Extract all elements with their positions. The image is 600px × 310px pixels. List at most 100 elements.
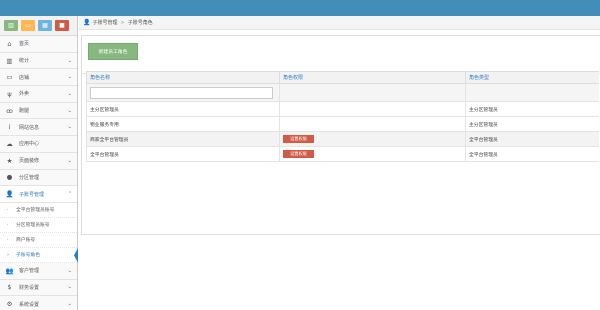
sidebar-item-finance[interactable]: $ 财务设置 ⌄ [0,279,77,297]
angle-right-icon: › [7,251,9,258]
circle-icon: ● [6,173,13,182]
star-icon: ★ [6,156,13,165]
monitor-icon[interactable]: ▭ [21,20,35,31]
sidebar-item-label: 网站信息 [19,124,40,131]
sidebar-item-site-info[interactable]: i 网站信息 ⌄ [0,119,77,137]
cell-role-permission [279,101,466,117]
breadcrumb-parent[interactable]: 子账号管理 [92,19,117,26]
bullet-icon: · [7,236,9,243]
table-row[interactable]: 全平台管理员 设置权限 全平台管理员 [86,146,599,162]
sidebar-item-label: 系统设置 [19,301,40,308]
sidebar-item-app-center[interactable]: ☁ 应用中心 [0,136,77,153]
chevron-up-icon: ⌃ [67,191,72,198]
column-header-permission[interactable]: 角色权限 [279,71,466,84]
sidebar-subitem-label: 子账号角色 [16,253,40,259]
user-icon: 👤 [83,19,91,26]
bar-chart-icon: ▥ [6,56,13,65]
set-permission-button[interactable]: 设置权限 [283,150,314,158]
home-icon: ⌂ [7,39,12,48]
cog-icon: ⚙ [6,300,13,309]
sidebar-item-label: 统计 [19,58,30,65]
toolbar: 新建员工角色 [82,36,600,74]
sidebar-item-stats[interactable]: ▥ 统计 ⌄ [0,52,77,70]
bicycle-icon: ꝏ [6,106,13,115]
roles-table: 角色名称 角色权限 角色类型 主分区管理员 主分区管理员 物业服务专用 主分区管… [86,71,599,162]
filter-cell [86,83,280,102]
sidebar-item-label: 财务设置 [19,284,40,291]
chevron-down-icon: ⌄ [67,284,72,291]
table-header-row: 角色名称 角色权限 角色类型 [86,71,599,84]
sidebar-item-home[interactable]: ⌂ 首页 [0,36,77,53]
sidebar-item-label: 店铺 [19,74,30,81]
briefcase-icon[interactable]: ■ [55,20,69,31]
sidebar-item-label: 跑腿 [19,108,30,115]
chevron-down-icon: ⌄ [67,90,72,97]
bar-chart-icon[interactable]: ▥ [4,20,18,31]
cell-role-type: 全平台管理员 [465,131,599,147]
chevron-down-icon: ⌄ [67,124,72,131]
sidebar-item-page-decor[interactable]: ★ 页面装修 ⌄ [0,152,77,170]
sidebar-subitem-roles[interactable]: › 子账号角色 [0,247,78,263]
sidebar-item-shop[interactable]: ▭ 店铺 ⌄ [0,69,77,87]
sidebar-item-label: 客户管理 [19,268,40,275]
chevron-down-icon: ⌄ [67,301,72,308]
sidebar-subitem-zone-admin[interactable]: · 分区管理员账号 [0,217,77,233]
new-role-button[interactable]: 新建员工角色 [88,43,138,60]
table-row[interactable]: 主分区管理员 主分区管理员 [86,101,599,117]
cell-role-name: 商家全平台管理员 [86,131,280,147]
chevron-down-icon: ⌄ [67,107,72,114]
column-header-type[interactable]: 角色类型 [465,71,599,84]
table-row[interactable]: 商家全平台管理员 设置权限 全平台管理员 [86,131,599,147]
desktop-icon: ▭ [6,73,13,82]
sidebar-subitem-label: 全平台管理员账号 [16,208,55,214]
main-content: 新建员工角色 角色名称 角色权限 角色类型 主分区管理员 主分区管理员 物业服务… [79,30,600,310]
filter-row [86,83,599,102]
cell-role-type: 主分区管理员 [465,116,599,132]
chevron-down-icon: ⌄ [67,157,72,164]
dollar-icon: $ [7,283,12,292]
sidebar-subitem-merchant[interactable]: · 商户账号 [0,232,77,248]
sidebar-item-customers[interactable]: 👥 客户管理 ⌄ [0,262,77,280]
cell-role-permission [279,116,466,132]
chevron-down-icon: ⌄ [67,57,72,64]
cell-role-permission: 设置权限 [279,131,466,147]
sidebar-item-errand[interactable]: ꝏ 跑腿 ⌄ [0,102,77,120]
cutlery-icon: ψ [7,89,12,98]
bullet-icon: · [7,206,9,213]
roles-table-wrap: 角色名称 角色权限 角色类型 主分区管理员 主分区管理员 物业服务专用 主分区管… [86,71,599,162]
sidebar: ▥ ▭ ▦ ■ ⌂ 首页 ▥ 统计 ⌄ ▭ 店铺 ⌄ ψ 外卖 ⌄ ꝏ 跑腿 ⌄… [0,16,78,310]
sidebar-item-label: 分区管理 [19,174,40,181]
name-filter-input[interactable] [90,86,273,99]
breadcrumb-separator: > [120,19,125,26]
chevron-down-icon: ⌄ [67,74,72,81]
sidebar-item-label: 外卖 [19,91,30,98]
filter-cell [465,83,599,102]
sidebar-item-label: 页面装修 [19,158,40,165]
table-row[interactable]: 物业服务专用 主分区管理员 [86,116,599,132]
chevron-down-icon: ⌄ [67,267,72,274]
breadcrumb-current: 子账号角色 [127,20,153,26]
sidebar-shortcuts: ▥ ▭ ▦ ■ [0,16,77,36]
building-icon[interactable]: ▦ [38,20,52,31]
cell-role-name: 全平台管理员 [86,146,280,162]
cell-role-type: 全平台管理员 [465,146,599,162]
sidebar-subitem-platform-admin[interactable]: · 全平台管理员账号 [0,202,77,218]
sidebar-item-takeout[interactable]: ψ 外卖 ⌄ [0,86,77,103]
sidebar-subitem-label: 商户账号 [16,238,36,244]
sidebar-item-zone[interactable]: ● 分区管理 [0,169,77,187]
sidebar-item-sub-accounts[interactable]: 👤 子账号管理 ⌃ [0,186,77,203]
info-icon: i [8,123,11,132]
filter-cell [279,83,466,102]
cell-role-name: 主分区管理员 [86,101,280,117]
column-header-name[interactable]: 角色名称 [86,71,280,84]
top-navbar [0,0,600,16]
set-permission-button[interactable]: 设置权限 [283,135,314,143]
breadcrumb: 👤 子账号管理 > 子账号角色 [79,16,600,30]
active-indicator [74,247,78,263]
cell-role-type: 主分区管理员 [465,101,599,117]
sidebar-subitem-label: 分区管理员账号 [16,223,50,229]
cloud-icon: ☁ [6,139,13,148]
sidebar-item-system[interactable]: ⚙ 系统设置 ⌄ [0,296,77,310]
user-icon: 👤 [5,190,14,199]
bullet-icon: · [7,221,9,228]
